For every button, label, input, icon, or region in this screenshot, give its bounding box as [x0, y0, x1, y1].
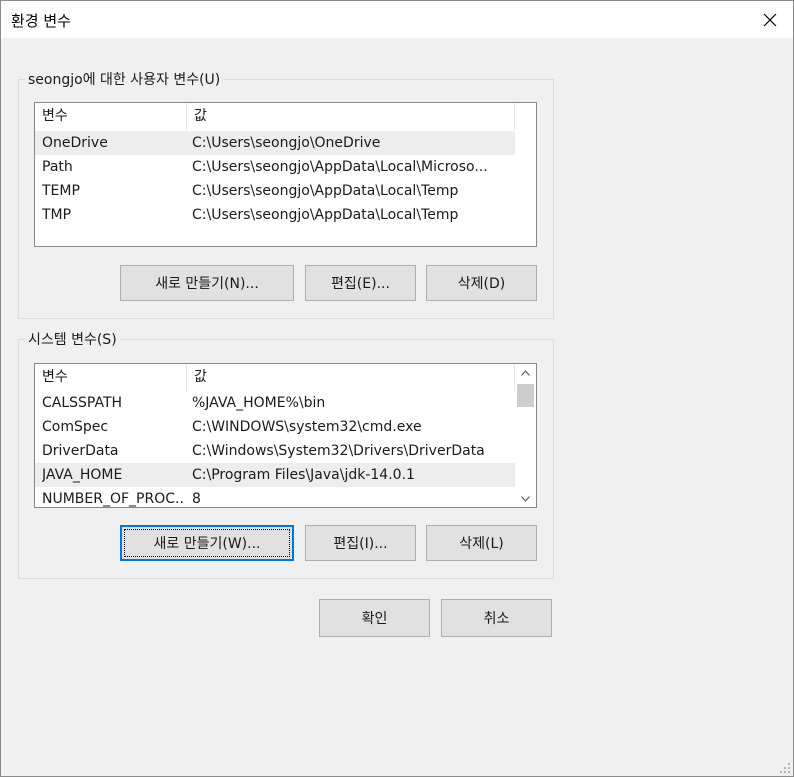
- table-row[interactable]: ComSpec C:\WINDOWS\system32\cmd.exe: [35, 415, 515, 439]
- close-button[interactable]: [747, 1, 793, 38]
- user-variables-group: seongjo에 대한 사용자 변수(U) 변수 값 OneDrive C:\U…: [18, 69, 554, 319]
- scroll-up-button[interactable]: [515, 364, 536, 381]
- variable-value: C:\Program Files\Java\jdk-14.0.1: [192, 467, 415, 483]
- environment-variables-dialog: 환경 변수 seongjo에 대한 사용자 변수(U) 변수 값 OneDriv…: [0, 0, 794, 777]
- scrollbar-thumb[interactable]: [517, 384, 534, 407]
- variable-name: TMP: [42, 207, 72, 223]
- system-edit-button[interactable]: 편집(I)...: [305, 525, 416, 561]
- variable-name: OneDrive: [42, 135, 108, 151]
- column-header-variable[interactable]: 변수: [35, 364, 187, 391]
- vertical-scrollbar[interactable]: [515, 364, 536, 507]
- scroll-down-button[interactable]: [515, 490, 536, 507]
- system-variables-group: 시스템 변수(S) 변수 값 CALSSPATH %JAVA_HOME%\bin…: [18, 329, 554, 579]
- variable-value: %JAVA_HOME%\bin: [192, 395, 326, 411]
- variable-value: C:\Users\seongjo\AppData\Local\Microso..…: [192, 159, 488, 175]
- system-delete-button[interactable]: 삭제(L): [426, 525, 537, 561]
- variable-value: C:\Users\seongjo\OneDrive: [192, 135, 381, 151]
- variable-value: C:\Users\seongjo\AppData\Local\Temp: [192, 207, 459, 223]
- variable-value: C:\WINDOWS\system32\cmd.exe: [192, 419, 422, 435]
- variable-value: C:\Windows\System32\Drivers\DriverData: [192, 443, 485, 459]
- close-icon: [763, 13, 777, 26]
- variable-value: 8: [192, 491, 201, 507]
- variable-name: JAVA_HOME: [42, 467, 123, 483]
- table-row[interactable]: CALSSPATH %JAVA_HOME%\bin: [35, 391, 515, 415]
- column-header-value[interactable]: 값: [187, 364, 515, 391]
- system-new-button[interactable]: 새로 만들기(W)...: [120, 525, 294, 561]
- system-variables-list[interactable]: 변수 값 CALSSPATH %JAVA_HOME%\bin ComSpec C…: [34, 363, 537, 508]
- table-row[interactable]: Path C:\Users\seongjo\AppData\Local\Micr…: [35, 155, 515, 179]
- user-variables-list[interactable]: 변수 값 OneDrive C:\Users\seongjo\OneDrive …: [34, 102, 537, 247]
- list-header: 변수 값: [35, 103, 536, 130]
- variable-name: TEMP: [42, 183, 80, 199]
- cancel-button[interactable]: 취소: [441, 599, 552, 637]
- column-header-value[interactable]: 값: [187, 103, 515, 130]
- window-title: 환경 변수: [11, 12, 71, 30]
- table-row[interactable]: JAVA_HOME C:\Program Files\Java\jdk-14.0…: [35, 463, 515, 487]
- column-header-variable[interactable]: 변수: [35, 103, 187, 130]
- table-row[interactable]: OneDrive C:\Users\seongjo\OneDrive: [35, 131, 515, 155]
- title-bar[interactable]: 환경 변수: [1, 1, 793, 38]
- user-edit-button[interactable]: 편집(E)...: [305, 265, 416, 301]
- table-row[interactable]: DriverData C:\Windows\System32\Drivers\D…: [35, 439, 515, 463]
- focus-ring: [124, 529, 290, 557]
- chevron-down-icon: [521, 495, 530, 502]
- table-row[interactable]: TEMP C:\Users\seongjo\AppData\Local\Temp: [35, 179, 515, 203]
- user-variables-label: seongjo에 대한 사용자 변수(U): [25, 69, 224, 89]
- system-variables-label: 시스템 변수(S): [25, 329, 120, 349]
- table-row[interactable]: TMP C:\Users\seongjo\AppData\Local\Temp: [35, 203, 515, 227]
- variable-name: CALSSPATH: [42, 395, 123, 411]
- variable-name: ComSpec: [42, 419, 109, 435]
- resize-grip-icon[interactable]: [779, 762, 791, 774]
- variable-name: NUMBER_OF_PROC...: [42, 491, 185, 507]
- chevron-up-icon: [521, 369, 530, 376]
- variable-name: DriverData: [42, 443, 119, 459]
- user-new-button[interactable]: 새로 만들기(N)...: [120, 265, 294, 301]
- table-row[interactable]: NUMBER_OF_PROC... 8: [35, 487, 515, 507]
- user-delete-button[interactable]: 삭제(D): [426, 265, 537, 301]
- ok-button[interactable]: 확인: [319, 599, 430, 637]
- list-header: 변수 값: [35, 364, 536, 391]
- variable-name: Path: [42, 159, 73, 175]
- variable-value: C:\Users\seongjo\AppData\Local\Temp: [192, 183, 459, 199]
